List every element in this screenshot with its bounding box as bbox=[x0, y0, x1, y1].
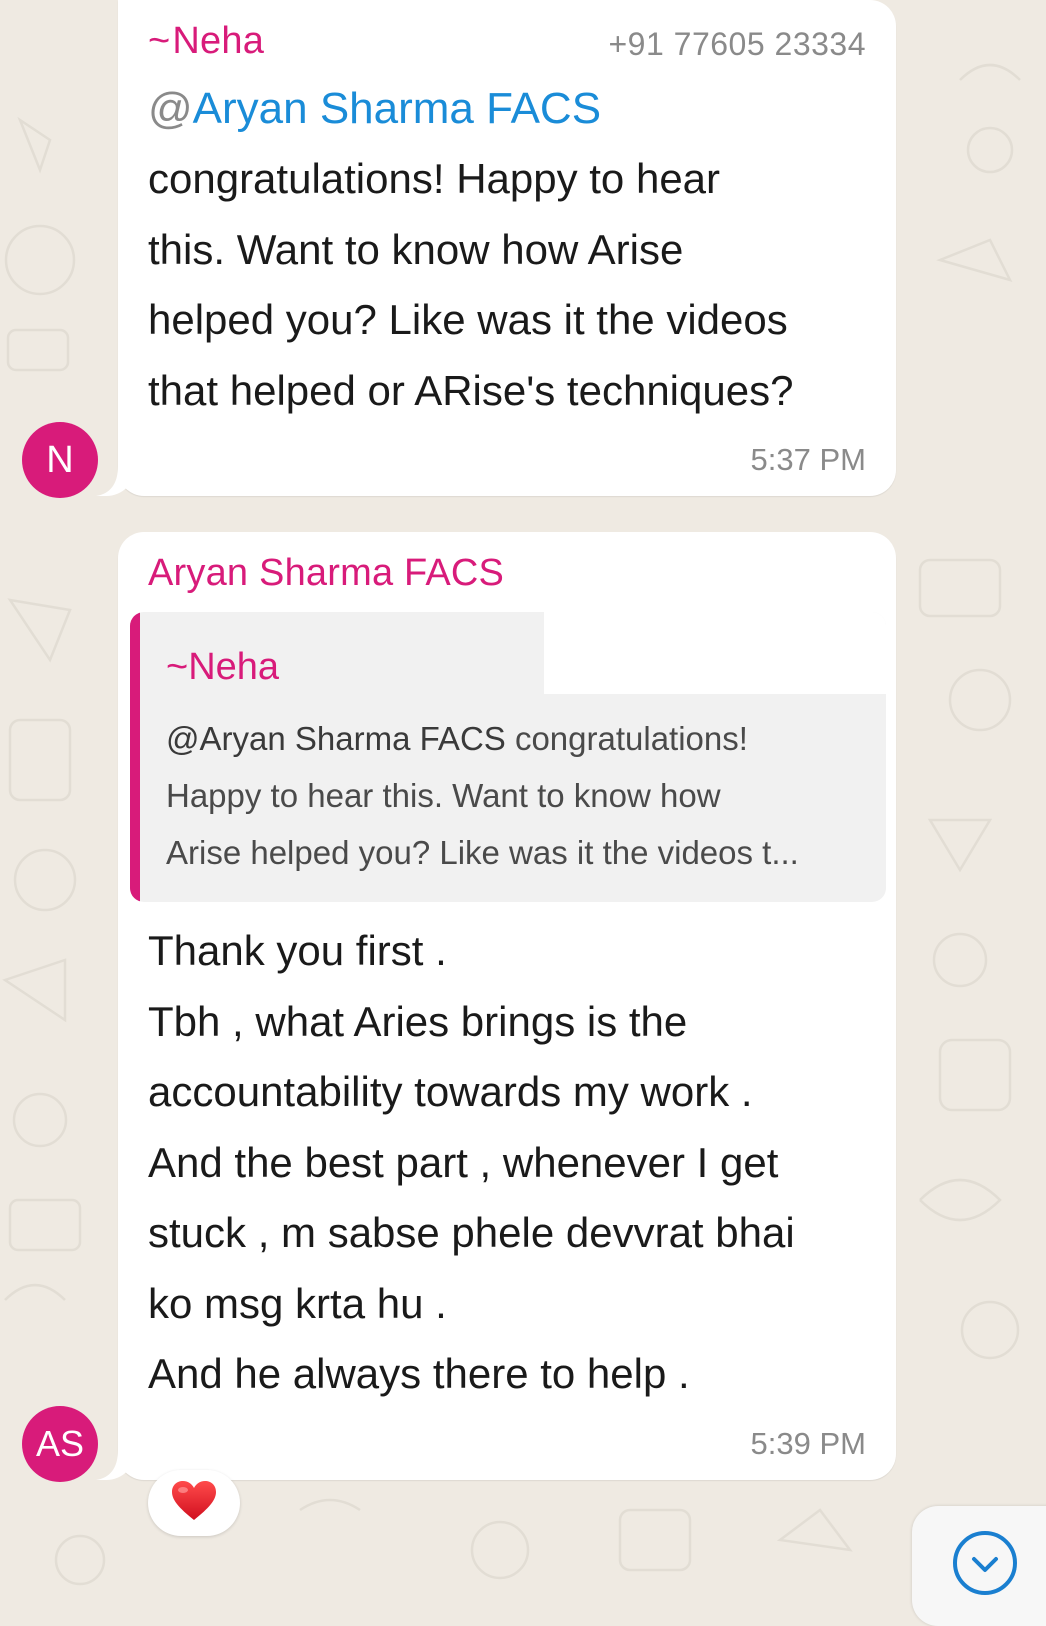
quote-author-prefix: ~ bbox=[166, 646, 189, 688]
sender-prefix: ~ bbox=[148, 20, 171, 62]
message-timestamp: 5:37 PM bbox=[750, 442, 866, 477]
quote-author-name: Neha bbox=[188, 646, 280, 688]
quote-line: Happy to hear this. Want to know how bbox=[166, 777, 721, 814]
message-line: And he always there to help . bbox=[148, 1350, 690, 1397]
message-bubble-neha[interactable]: ~Neha +91 77605 23334 @Aryan Sharma FACS… bbox=[118, 0, 896, 496]
sender-name-text: Neha bbox=[172, 20, 265, 62]
mention-at: @ bbox=[148, 84, 193, 133]
message-text: congratulations! Happy to hear this. Wan… bbox=[148, 144, 866, 426]
sender-name[interactable]: Aryan Sharma FACS bbox=[148, 552, 504, 595]
quote-bar bbox=[130, 612, 140, 902]
message-line: And the best part , whenever I get bbox=[148, 1138, 779, 1186]
message-line: accountability towards my work . bbox=[148, 1068, 753, 1115]
message-line: ko msg krta hu . bbox=[148, 1279, 447, 1327]
message-text: Thank you first . Tbh , what Aries bring… bbox=[148, 916, 866, 1410]
quote-corner bbox=[544, 612, 886, 694]
avatar[interactable]: N bbox=[22, 422, 98, 498]
quote-mention: @Aryan Sharma FACS bbox=[166, 720, 506, 757]
quote-line: @Aryan Sharma FACS congratulations! bbox=[166, 710, 870, 767]
message-bubble-aryan[interactable]: Aryan Sharma FACS ~Neha @Aryan Sharma FA… bbox=[118, 532, 896, 1480]
quote-line-rest: congratulations! bbox=[505, 720, 748, 757]
quote-text: @Aryan Sharma FACS congratulations! Happ… bbox=[166, 710, 870, 881]
mention-name: Aryan Sharma FACS bbox=[192, 84, 602, 133]
message-timestamp: 5:39 PM bbox=[750, 1426, 866, 1461]
message-line: helped you? Like was it the videos bbox=[148, 296, 788, 343]
quoted-message[interactable]: ~Neha @Aryan Sharma FACS congratulations… bbox=[130, 612, 886, 902]
message-line: Thank you first . bbox=[148, 927, 447, 974]
heart-icon bbox=[171, 1480, 217, 1527]
avatar[interactable]: AS bbox=[22, 1406, 98, 1482]
reaction-badge[interactable] bbox=[148, 1470, 240, 1536]
message-line: that helped or ARise's techniques? bbox=[148, 366, 794, 414]
message-line: congratulations! Happy to hear bbox=[148, 155, 721, 202]
message-line: this. Want to know how Arise bbox=[148, 225, 684, 273]
message-line: Tbh , what Aries brings is the bbox=[148, 997, 688, 1045]
sender-name[interactable]: ~Neha bbox=[148, 20, 264, 63]
mention-link[interactable]: @Aryan Sharma FACS bbox=[148, 84, 601, 134]
quote-line: Arise helped you? Like was it the videos… bbox=[166, 834, 799, 871]
scroll-to-bottom-button[interactable] bbox=[912, 1506, 1046, 1626]
quote-author: ~Neha bbox=[166, 646, 279, 689]
sender-phone[interactable]: +91 77605 23334 bbox=[608, 26, 866, 63]
message-line: stuck , m sabse phele devvrat bhai bbox=[148, 1209, 795, 1256]
